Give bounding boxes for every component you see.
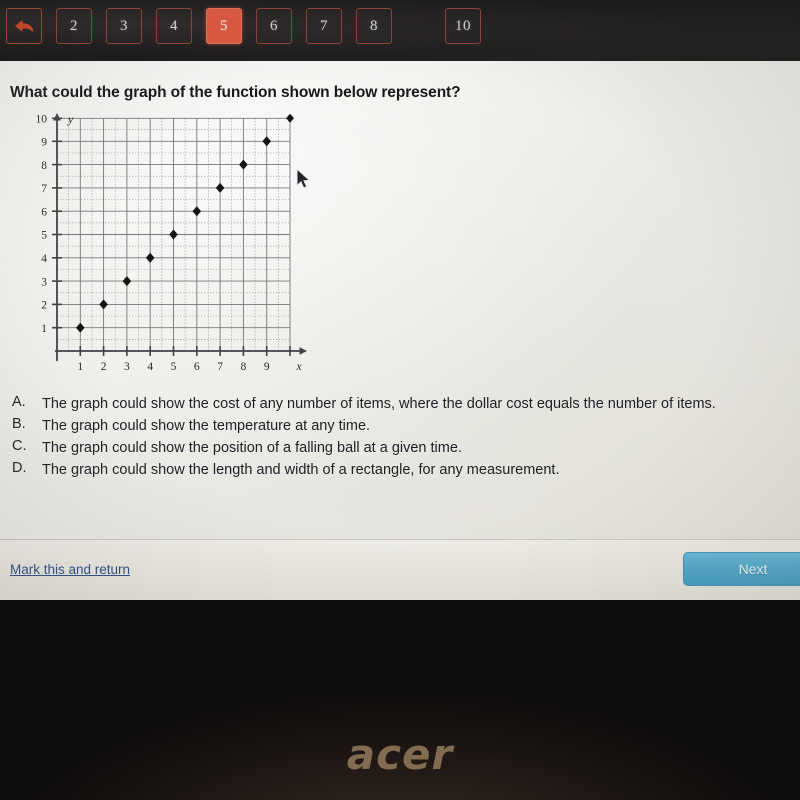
- x-tick-label: 6: [194, 361, 200, 373]
- axes: [53, 113, 307, 361]
- next-button[interactable]: Next: [683, 552, 800, 586]
- x-tick-label: 9: [264, 361, 270, 373]
- y-tick-label: 9: [41, 137, 47, 149]
- question-navigation-bar: 2 3 4 5 6 7 8 10: [0, 0, 800, 61]
- back-button[interactable]: [6, 8, 42, 44]
- answer-text: The graph could show the cost of any num…: [42, 396, 716, 412]
- y-tick-label: 3: [41, 276, 47, 288]
- nav-button-3[interactable]: 3: [106, 8, 142, 44]
- monitor-photo: 2 3 4 5 6 7 8 10 What could the graph of…: [0, 0, 800, 800]
- x-axis-label: x: [295, 361, 302, 373]
- y-axis-label: y: [67, 112, 74, 126]
- nav-button-7[interactable]: 7: [306, 8, 342, 44]
- function-graph: 1 2 3 4 5 6 7 8 9 10 1 2 3 4 5 6 7 8 9 y…: [22, 109, 312, 377]
- answer-text: The graph could show the position of a f…: [42, 440, 462, 456]
- nav-button-5-selected[interactable]: 5: [206, 8, 242, 44]
- nav-button-6[interactable]: 6: [256, 8, 292, 44]
- y-tick-label: 6: [41, 206, 47, 218]
- answer-options-list: A. The graph could show the cost of any …: [8, 394, 800, 482]
- y-tick-label: 1: [41, 323, 47, 335]
- answer-letter: C.: [12, 438, 27, 454]
- answer-letter: D.: [12, 460, 27, 476]
- answer-text: The graph could show the temperature at …: [42, 418, 371, 434]
- x-tick-label: 7: [217, 361, 223, 373]
- quiz-content-area: What could the graph of the function sho…: [0, 61, 800, 600]
- x-axis-tick-labels: 1 2 3 4 5 6 7 8 9: [77, 361, 269, 373]
- nav-button-8[interactable]: 8: [356, 8, 392, 44]
- y-tick-label: 5: [41, 230, 47, 242]
- data-point: [76, 322, 85, 333]
- data-points: [76, 113, 294, 333]
- nav-button-4[interactable]: 4: [156, 8, 192, 44]
- data-point: [169, 229, 178, 240]
- data-point: [286, 113, 294, 123]
- data-point: [192, 206, 202, 217]
- answer-option-d[interactable]: D. The graph could show the length and w…: [8, 460, 800, 481]
- graph-svg: 1 2 3 4 5 6 7 8 9 10 1 2 3 4 5 6 7 8 9 y…: [36, 112, 307, 373]
- answer-option-b[interactable]: B. The graph could show the temperature …: [8, 416, 800, 437]
- y-tick-label: 7: [41, 183, 47, 195]
- data-point: [215, 182, 225, 193]
- y-axis-tick-labels: 1 2 3 4 5 6 7 8 9 10: [36, 114, 48, 335]
- y-tick-label: 8: [41, 160, 47, 172]
- back-arrow-icon: [15, 20, 34, 33]
- x-tick-label: 4: [147, 361, 153, 373]
- nav-button-10[interactable]: 10: [445, 8, 481, 44]
- x-tick-label: 1: [77, 361, 83, 373]
- answer-letter: B.: [12, 416, 26, 432]
- data-point: [145, 252, 155, 263]
- data-point: [122, 276, 132, 287]
- x-tick-label: 2: [101, 361, 107, 373]
- monitor-bezel: acer: [0, 600, 800, 800]
- answer-text: The graph could show the length and widt…: [42, 462, 560, 478]
- mark-this-and-return-link[interactable]: Mark this and return: [10, 562, 130, 577]
- answer-letter: A.: [12, 394, 26, 410]
- y-tick-label: 2: [41, 300, 47, 312]
- y-tick-label: 4: [41, 253, 47, 265]
- data-point: [262, 136, 271, 147]
- x-tick-label: 8: [241, 361, 247, 373]
- x-tick-label: 5: [171, 361, 177, 373]
- x-tick-label: 3: [124, 361, 130, 373]
- quiz-footer-bar: Mark this and return Next: [0, 539, 800, 600]
- y-tick-label: 10: [36, 114, 48, 126]
- nav-button-2[interactable]: 2: [56, 8, 92, 44]
- acer-brand-logo: acer: [346, 730, 454, 779]
- data-point: [239, 159, 248, 170]
- answer-option-a[interactable]: A. The graph could show the cost of any …: [8, 394, 800, 415]
- page-title: What could the graph of the function sho…: [10, 84, 461, 101]
- answer-option-c[interactable]: C. The graph could show the position of …: [8, 438, 800, 459]
- data-point: [99, 299, 108, 310]
